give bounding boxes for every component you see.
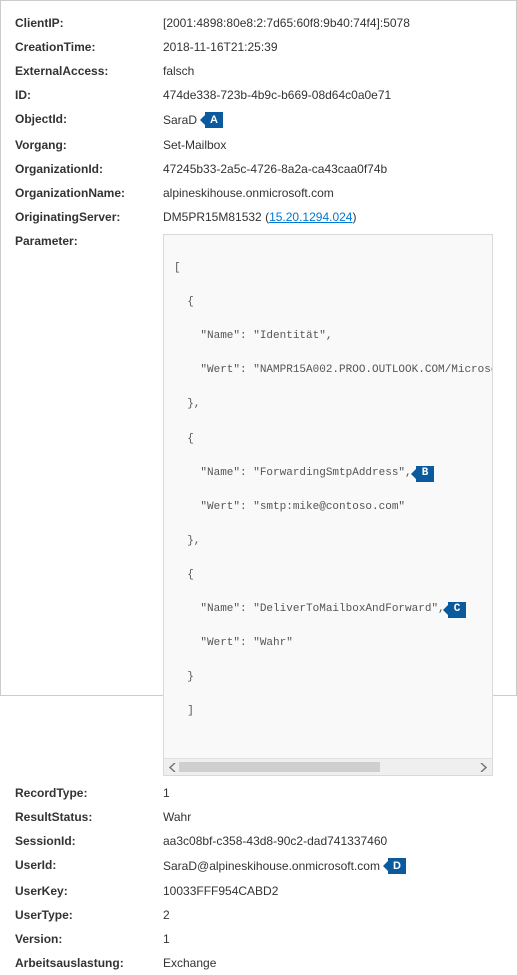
label-userkey: UserKey: bbox=[15, 884, 163, 898]
scroll-left-icon[interactable] bbox=[166, 761, 179, 774]
row-recordtype: RecordType: 1 bbox=[15, 781, 500, 805]
code-line: { bbox=[174, 567, 482, 584]
callout-badge-a: A bbox=[205, 112, 223, 128]
code-line: "Wert": "NAMPR15A002.PROO.OUTLOOK.COM/Mi… bbox=[174, 362, 482, 379]
label-operation: Vorgang: bbox=[15, 138, 163, 152]
row-operation: Vorgang: Set-Mailbox bbox=[15, 133, 500, 157]
objectid-text: SaraD bbox=[163, 113, 197, 127]
label-originatingserver: OriginatingServer: bbox=[15, 210, 163, 224]
value-originatingserver: DM5PR15M81532 (15.20.1294.024) bbox=[163, 210, 500, 224]
code-line: } bbox=[174, 669, 482, 686]
value-sessionid: aa3c08bf-c358-43d8-90c2-dad741337460 bbox=[163, 834, 500, 848]
row-objectid: ObjectId: SaraD A bbox=[15, 107, 500, 133]
row-parameter: Parameter: [ { "Name": "Identität", "Wer… bbox=[15, 229, 500, 781]
code-line: "Wert": "smtp:mike@contoso.com" bbox=[174, 499, 482, 516]
code-line: "Wert": "Wahr" bbox=[174, 635, 482, 652]
value-externalaccess: falsch bbox=[163, 64, 500, 78]
parameter-codeblock: [ { "Name": "Identität", "Wert": "NAMPR1… bbox=[163, 234, 493, 776]
value-id: 474de338-723b-4b9c-b669-08d64c0a0e71 bbox=[163, 88, 500, 102]
value-usertype: 2 bbox=[163, 908, 500, 922]
value-recordtype: 1 bbox=[163, 786, 500, 800]
value-organizationid: 47245b33-2a5c-4726-8a2a-ca43caa0f74b bbox=[163, 162, 500, 176]
row-organizationid: OrganizationId: 47245b33-2a5c-4726-8a2a-… bbox=[15, 157, 500, 181]
label-userid: UserId: bbox=[15, 858, 163, 872]
label-clientip: ClientIP: bbox=[15, 16, 163, 30]
horizontal-scrollbar[interactable] bbox=[164, 758, 492, 775]
detail-panel: ClientIP: [2001:4898:80e8:2:7d65:60f8:9b… bbox=[0, 0, 517, 696]
label-id: ID: bbox=[15, 88, 163, 102]
row-version: Version: 1 bbox=[15, 927, 500, 951]
label-organizationname: OrganizationName: bbox=[15, 186, 163, 200]
label-objectid: ObjectId: bbox=[15, 112, 163, 126]
scroll-thumb[interactable] bbox=[179, 762, 380, 772]
code-line: }, bbox=[174, 533, 482, 550]
code-line: ] bbox=[174, 703, 482, 720]
label-creationtime: CreationTime: bbox=[15, 40, 163, 54]
code-line: { bbox=[174, 294, 482, 311]
code-line: }, bbox=[174, 396, 482, 413]
originatingserver-prefix: DM5PR15M81532 bbox=[163, 210, 265, 224]
parameter-code-content: [ { "Name": "Identität", "Wert": "NAMPR1… bbox=[164, 235, 492, 758]
row-creationtime: CreationTime: 2018-11-16T21:25:39 bbox=[15, 35, 500, 59]
row-workload: Arbeitsauslastung: Exchange bbox=[15, 951, 500, 975]
value-objectid: SaraD A bbox=[163, 112, 500, 128]
value-creationtime: 2018-11-16T21:25:39 bbox=[163, 40, 500, 54]
callout-badge-b: B bbox=[416, 466, 434, 482]
label-recordtype: RecordType: bbox=[15, 786, 163, 800]
label-workload: Arbeitsauslastung: bbox=[15, 956, 163, 970]
code-line: "Name": "Identität", bbox=[174, 328, 482, 345]
callout-badge-d: D bbox=[388, 858, 406, 874]
scroll-right-icon[interactable] bbox=[477, 761, 490, 774]
userid-text: SaraD@alpineskihouse.onmicrosoft.com bbox=[163, 859, 380, 873]
originatingserver-link[interactable]: 15.20.1294.024 bbox=[269, 210, 352, 224]
scroll-track[interactable] bbox=[179, 759, 477, 775]
callout-badge-c: C bbox=[448, 602, 466, 618]
value-version: 1 bbox=[163, 932, 500, 946]
label-externalaccess: ExternalAccess: bbox=[15, 64, 163, 78]
value-workload: Exchange bbox=[163, 956, 500, 970]
row-externalaccess: ExternalAccess: falsch bbox=[15, 59, 500, 83]
row-userid: UserId: SaraD@alpineskihouse.onmicrosoft… bbox=[15, 853, 500, 879]
code-line: { bbox=[174, 431, 482, 448]
value-organizationname: alpineskihouse.onmicrosoft.com bbox=[163, 186, 500, 200]
row-id: ID: 474de338-723b-4b9c-b669-08d64c0a0e71 bbox=[15, 83, 500, 107]
label-version: Version: bbox=[15, 932, 163, 946]
row-organizationname: OrganizationName: alpineskihouse.onmicro… bbox=[15, 181, 500, 205]
value-operation: Set-Mailbox bbox=[163, 138, 500, 152]
label-resultstatus: ResultStatus: bbox=[15, 810, 163, 824]
row-resultstatus: ResultStatus: Wahr bbox=[15, 805, 500, 829]
value-userkey: 10033FFF954CABD2 bbox=[163, 884, 500, 898]
value-resultstatus: Wahr bbox=[163, 810, 500, 824]
row-clientip: ClientIP: [2001:4898:80e8:2:7d65:60f8:9b… bbox=[15, 11, 500, 35]
label-parameter: Parameter: bbox=[15, 234, 163, 248]
value-userid: SaraD@alpineskihouse.onmicrosoft.com D bbox=[163, 858, 500, 874]
label-usertype: UserType: bbox=[15, 908, 163, 922]
label-organizationid: OrganizationId: bbox=[15, 162, 163, 176]
code-line: [ bbox=[174, 260, 482, 277]
code-line: "Name": "DeliverToMailboxAndForward",C bbox=[174, 601, 482, 618]
row-originatingserver: OriginatingServer: DM5PR15M81532 (15.20.… bbox=[15, 205, 500, 229]
row-userkey: UserKey: 10033FFF954CABD2 bbox=[15, 879, 500, 903]
row-usertype: UserType: 2 bbox=[15, 903, 500, 927]
label-sessionid: SessionId: bbox=[15, 834, 163, 848]
value-clientip: [2001:4898:80e8:2:7d65:60f8:9b40:74f4]:5… bbox=[163, 16, 500, 30]
code-line: "Name": "ForwardingSmtpAddress",B bbox=[174, 465, 482, 482]
row-sessionid: SessionId: aa3c08bf-c358-43d8-90c2-dad74… bbox=[15, 829, 500, 853]
